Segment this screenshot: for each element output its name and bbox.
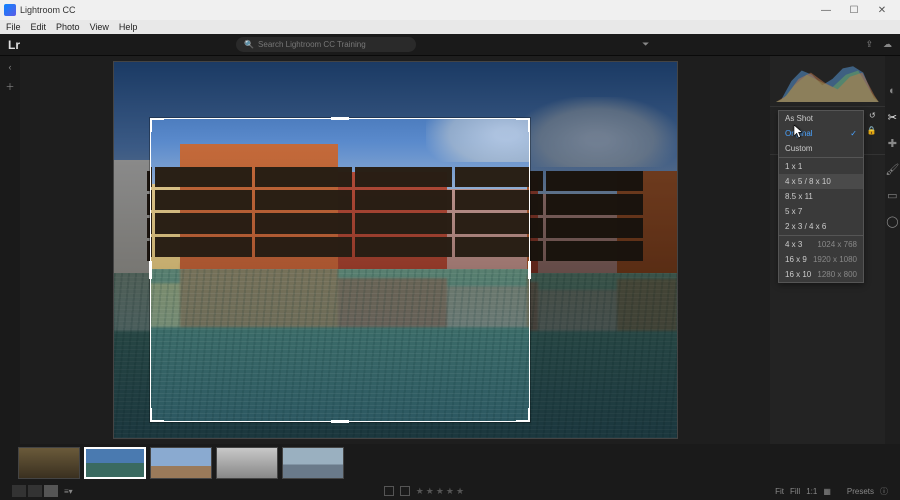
window-titlebar: Lightroom CC — ☐ ✕ xyxy=(0,0,900,20)
aspect-option-as-shot[interactable]: As Shot xyxy=(779,111,863,126)
linear-gradient-icon[interactable]: ▭ xyxy=(885,188,899,202)
flag-pick-icon[interactable] xyxy=(384,486,394,496)
aspect-menu: As Shot Original✓ Custom 1 x 1 4 x 5 / 8… xyxy=(778,110,864,283)
search-placeholder: Search Lightroom CC Training xyxy=(258,40,366,49)
aspect-option-1x1[interactable]: 1 x 1 xyxy=(779,159,863,174)
maximize-button[interactable]: ☐ xyxy=(840,0,868,20)
menu-help[interactable]: Help xyxy=(119,22,138,32)
crop-rectangle[interactable] xyxy=(150,118,530,422)
crop-handle-bottom[interactable] xyxy=(331,420,349,423)
topbar: Lr 🔍 Search Lightroom CC Training ⏷ ⇪ ☁ xyxy=(0,34,900,56)
window-title: Lightroom CC xyxy=(20,5,812,15)
menu-edit[interactable]: Edit xyxy=(31,22,47,32)
search-input[interactable]: 🔍 Search Lightroom CC Training xyxy=(236,37,416,52)
crop-handle-top[interactable] xyxy=(331,117,349,120)
sort-icon[interactable]: ≡▾ xyxy=(64,487,73,496)
aspect-option-4x3[interactable]: 4 x 31024 x 768 xyxy=(779,237,863,252)
search-icon: 🔍 xyxy=(244,40,254,49)
crop-handle-right[interactable] xyxy=(528,261,531,279)
filmstrip xyxy=(0,444,900,482)
menubar: File Edit Photo View Help xyxy=(0,20,900,34)
menu-file[interactable]: File xyxy=(6,22,21,32)
info-icon[interactable]: ⓘ xyxy=(880,486,888,497)
crop-handle-bl[interactable] xyxy=(150,408,164,422)
aspect-option-5x7[interactable]: 5 x 7 xyxy=(779,204,863,219)
aspect-option-2x3[interactable]: 2 x 3 / 4 x 6 xyxy=(779,219,863,234)
star-1[interactable]: ★ xyxy=(416,486,424,497)
bottombar: ≡▾ ★ ★ ★ ★ ★ Fit Fill 1:1 ▦ Presets ⓘ xyxy=(0,482,900,500)
share-icon[interactable]: ⇪ xyxy=(865,39,873,50)
check-icon: ✓ xyxy=(850,129,857,138)
brush-tool-icon[interactable]: 🖌 xyxy=(885,162,899,176)
aspect-option-custom[interactable]: Custom xyxy=(779,141,863,156)
zoom-fill[interactable]: Fill xyxy=(790,487,800,496)
radial-gradient-icon[interactable]: ◯ xyxy=(885,214,899,228)
square-view-button[interactable] xyxy=(28,485,42,497)
tool-strip: ◐ ✂ ✚ 🖌 ▭ ◯ xyxy=(885,56,900,444)
crop-handle-tr[interactable] xyxy=(516,118,530,132)
app-icon xyxy=(4,4,16,16)
zoom-fit[interactable]: Fit xyxy=(775,487,784,496)
aspect-option-85x11[interactable]: 8.5 x 11 xyxy=(779,189,863,204)
thumb-2[interactable] xyxy=(84,447,146,479)
crop-handle-tl[interactable] xyxy=(150,118,164,132)
crop-handle-br[interactable] xyxy=(516,408,530,422)
thumb-4[interactable] xyxy=(216,447,278,479)
canvas[interactable] xyxy=(20,56,770,444)
filter-icon[interactable]: ⏷ xyxy=(642,39,649,50)
zoom-1to1[interactable]: 1:1 xyxy=(806,487,817,496)
workarea: ‹ ＋ xyxy=(0,56,900,444)
left-strip: ‹ ＋ xyxy=(0,56,20,444)
lock-icon[interactable]: 🔒 xyxy=(867,126,877,135)
thumb-1[interactable] xyxy=(18,447,80,479)
presets-label[interactable]: Presets xyxy=(847,487,874,496)
add-icon[interactable]: ＋ xyxy=(5,80,14,93)
detail-view-button[interactable] xyxy=(44,485,58,497)
aspect-option-16x10[interactable]: 16 x 101280 x 800 xyxy=(779,267,863,282)
star-2[interactable]: ★ xyxy=(426,486,434,497)
adjust-tool-icon[interactable]: ◐ xyxy=(885,84,899,98)
star-3[interactable]: ★ xyxy=(436,486,444,497)
reset-icon[interactable]: ↺ xyxy=(869,111,877,120)
heal-tool-icon[interactable]: ✚ xyxy=(885,136,899,150)
thumb-3[interactable] xyxy=(150,447,212,479)
aspect-option-4x5[interactable]: 4 x 5 / 8 x 10 xyxy=(779,174,863,189)
aspect-option-16x9[interactable]: 16 x 91920 x 1080 xyxy=(779,252,863,267)
zoom-grid-icon[interactable]: ▦ xyxy=(823,487,831,496)
aspect-option-original[interactable]: Original✓ xyxy=(779,126,863,141)
grid-view-button[interactable] xyxy=(12,485,26,497)
flag-reject-icon[interactable] xyxy=(400,486,410,496)
minimize-button[interactable]: — xyxy=(812,0,840,20)
lr-logo[interactable]: Lr xyxy=(8,38,20,52)
cloud-icon[interactable]: ☁ xyxy=(883,39,892,50)
back-icon[interactable]: ‹ xyxy=(9,62,12,72)
menu-photo[interactable]: Photo xyxy=(56,22,80,32)
star-5[interactable]: ★ xyxy=(456,486,464,497)
crop-handle-left[interactable] xyxy=(149,261,152,279)
histogram xyxy=(776,60,879,102)
close-button[interactable]: ✕ xyxy=(868,0,896,20)
thumb-5[interactable] xyxy=(282,447,344,479)
crop-tool-icon[interactable]: ✂ xyxy=(885,110,899,124)
star-4[interactable]: ★ xyxy=(446,486,454,497)
menu-view[interactable]: View xyxy=(90,22,109,32)
